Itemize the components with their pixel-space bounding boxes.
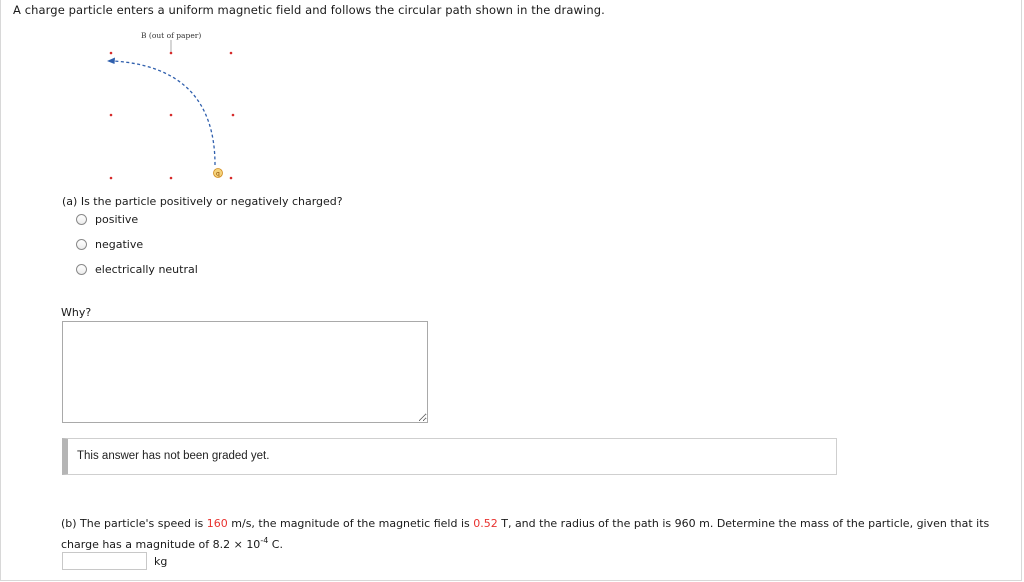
option-label: negative — [95, 238, 144, 251]
field-dot — [169, 51, 173, 55]
part-b-text: (b) The particle's speed is — [61, 517, 207, 530]
magnetic-field-diagram: B (out of paper) q — [96, 28, 256, 188]
part-a-question: (a) Is the particle positively or negati… — [62, 195, 343, 208]
field-dot — [169, 176, 173, 180]
part-b-question: (b) The particle's speed is 160 m/s, the… — [61, 513, 1011, 555]
option-electrically-neutral[interactable]: electrically neutral — [76, 263, 198, 276]
radio-negative[interactable] — [76, 239, 87, 250]
mass-unit-label: kg — [154, 555, 168, 568]
field-dot — [229, 51, 233, 55]
field-dot — [109, 113, 113, 117]
diagram-svg: B (out of paper) q — [107, 31, 235, 180]
field-dot — [231, 113, 235, 117]
field-value: 0.52 — [473, 517, 498, 530]
option-label: positive — [95, 213, 139, 226]
option-negative[interactable]: negative — [76, 238, 143, 251]
grading-status-box: This answer has not been graded yet. — [62, 438, 837, 475]
field-dot — [169, 113, 173, 117]
radio-electrically-neutral[interactable] — [76, 264, 87, 275]
field-dot — [109, 176, 113, 180]
why-textarea[interactable] — [62, 321, 428, 423]
radio-positive[interactable] — [76, 214, 87, 225]
path-arrowhead-icon — [107, 57, 115, 64]
field-dots — [109, 51, 235, 180]
part-b-text: C. — [268, 538, 283, 551]
option-label: electrically neutral — [95, 263, 198, 276]
speed-value: 160 — [206, 517, 228, 530]
circular-path — [113, 60, 216, 166]
problem-statement: A charge particle enters a uniform magne… — [13, 3, 605, 17]
option-positive[interactable]: positive — [76, 213, 138, 226]
page-frame: A charge particle enters a uniform magne… — [0, 0, 1022, 581]
part-b-text: m/s, the magnitude of the magnetic field… — [227, 517, 474, 530]
mass-answer-input[interactable] — [62, 552, 147, 570]
field-dot — [229, 176, 233, 180]
field-label: B (out of paper) — [141, 31, 201, 40]
particle-label: q — [216, 171, 220, 178]
why-label: Why? — [61, 306, 92, 319]
grading-status-text: This answer has not been graded yet. — [77, 450, 270, 462]
field-dot — [109, 51, 113, 55]
